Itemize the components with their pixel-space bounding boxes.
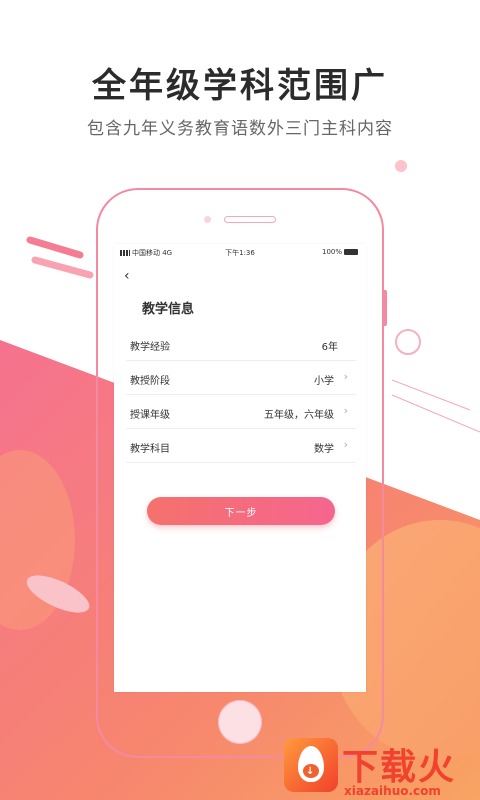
chevron-right-icon: › (343, 404, 348, 417)
back-icon[interactable]: ‹ (124, 268, 130, 284)
phone-speaker (224, 216, 276, 223)
row-label: 教学经验 (130, 342, 170, 353)
status-battery: 100% (322, 248, 358, 256)
status-bar: 中国移动 4G 下午1:36 100% (114, 244, 366, 260)
brand-name: 下载火 (342, 747, 457, 788)
row-teaching-stage[interactable]: 教授阶段 小学 › (126, 360, 356, 395)
ring-decoration (395, 329, 421, 355)
row-value: 6年 (321, 342, 338, 353)
page-title: 教学信息 (142, 302, 195, 317)
next-step-button[interactable]: 下一步 (147, 497, 335, 525)
headline: 全年级学科范围广 (92, 66, 388, 106)
phone-home-button (218, 700, 262, 744)
pink-stroke-1 (26, 236, 84, 259)
thin-line-2 (391, 394, 480, 433)
row-value: 五年级，六年级 (264, 410, 334, 421)
row-subject[interactable]: 教学科目 数学 › (126, 428, 356, 463)
row-value: 小学 (314, 376, 334, 387)
pink-stroke-2 (31, 256, 94, 279)
battery-label: 100% (321, 248, 342, 256)
subline: 包含九年义务教育语数外三门主科内容 (87, 119, 393, 139)
chevron-right-icon: › (343, 438, 348, 451)
phone-camera (204, 216, 211, 223)
thin-line-1 (391, 379, 471, 411)
phone-side-button (382, 290, 387, 326)
brand-logo: ↓ (284, 738, 338, 792)
small-dot (395, 160, 407, 172)
brand-watermark: ↓ 下载火 xiazaihuo.com (284, 738, 480, 800)
row-value: 数学 (314, 444, 334, 455)
brand-url: xiazaihuo.com (344, 784, 441, 798)
row-label: 教学科目 (130, 444, 170, 455)
row-label: 教授阶段 (130, 376, 170, 387)
chevron-right-icon: › (343, 370, 348, 383)
phone-screen: 中国移动 4G 下午1:36 100% ‹ 教学信息 教学经验 6年 教授阶段 … (114, 244, 366, 692)
row-teaching-experience[interactable]: 教学经验 6年 (126, 326, 356, 361)
row-grade[interactable]: 授课年级 五年级，六年级 › (126, 394, 356, 429)
download-arrow-icon: ↓ (306, 766, 315, 777)
row-label: 授课年级 (130, 410, 170, 421)
battery-icon (344, 249, 358, 255)
